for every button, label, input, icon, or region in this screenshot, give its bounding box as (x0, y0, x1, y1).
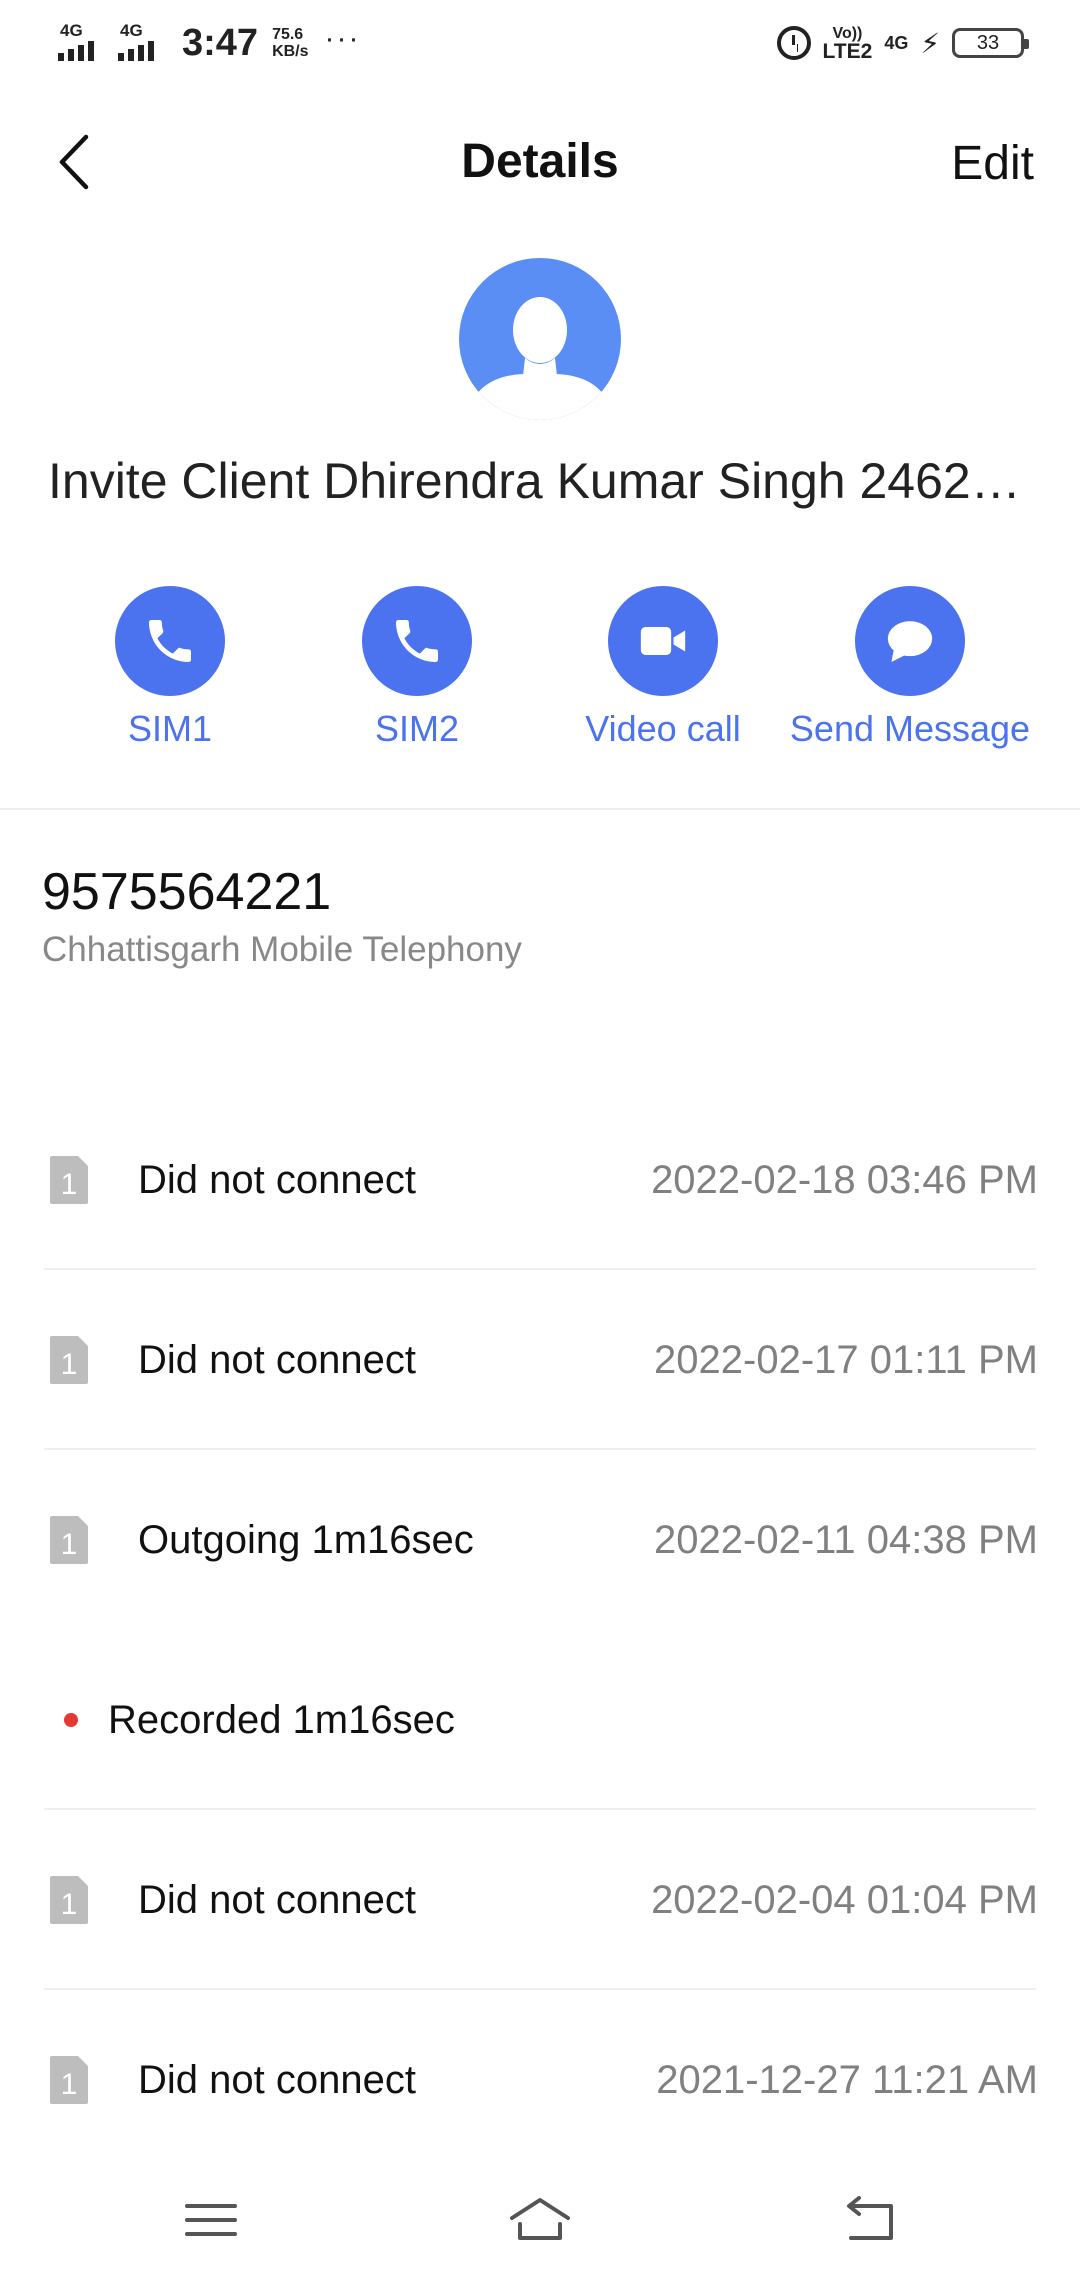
sim-card-icon: 1 (50, 1516, 88, 1564)
more-notifications-icon: ··· (324, 22, 361, 55)
sim-card-number: 1 (61, 1168, 78, 1201)
recording-description: Recorded 1m16sec (108, 1698, 455, 1742)
call-sim2-button[interactable]: SIM2 (307, 586, 527, 750)
data-network-label: 4G (884, 33, 909, 53)
call-sim1-button[interactable]: SIM1 (60, 586, 280, 750)
send-message-label: Send Message (789, 708, 1031, 749)
call-timestamp: 2021-12-27 11:21 AM (656, 2058, 1038, 2102)
sim2-network-label: 4G (120, 21, 143, 40)
sim-card-number: 1 (61, 1888, 78, 1921)
call-description: Did not connect (138, 1338, 416, 1382)
call-timestamp: 2022-02-11 04:38 PM (654, 1518, 1038, 1562)
send-message-circle[interactable] (855, 586, 965, 696)
phone-icon (149, 620, 191, 662)
contact-name: Invite Client Dhirendra Kumar Singh 2462… (48, 453, 1021, 509)
recents-button[interactable] (176, 2190, 246, 2250)
call-sim2-circle[interactable] (362, 586, 472, 696)
phone-number[interactable]: 9575564221 (42, 862, 331, 922)
call-description: Did not connect (138, 1158, 416, 1202)
quick-actions: SIM1 SIM2 Video call Send Message (0, 586, 1080, 749)
chat-bubble-icon (887, 621, 933, 662)
recording-row[interactable]: Recorded 1m16sec (0, 1630, 1080, 1810)
carrier-label: Chhattisgarh Mobile Telephony (42, 930, 522, 969)
sim-card-icon: 1 (50, 1336, 88, 1384)
home-button[interactable] (505, 2190, 575, 2250)
recording-dot-icon (64, 1713, 78, 1727)
call-log-row[interactable]: 1 Outgoing 1m16sec 2022-02-11 04:38 PM (0, 1450, 1080, 1630)
lte-label: LTE2 (822, 40, 873, 63)
network-speed: 75.6 KB/s (272, 26, 308, 60)
contact-avatar (459, 258, 621, 420)
sim-card-icon: 1 (50, 1876, 88, 1924)
header: Details Edit (0, 110, 1080, 210)
call-timestamp: 2022-02-17 01:11 PM (654, 1338, 1038, 1382)
sim-card-number: 1 (61, 2068, 78, 2101)
section-divider (0, 808, 1080, 810)
battery-level: 33 (976, 31, 1000, 54)
status-left: 4G 4G 3:47 75.6 KB/s ··· (58, 18, 361, 68)
sim-card-number: 1 (61, 1528, 78, 1561)
call-timestamp: 2022-02-18 03:46 PM (651, 1158, 1038, 1202)
call-sim1-circle[interactable] (115, 586, 225, 696)
sim-card-number: 1 (61, 1348, 78, 1381)
network-speed-value: 75.6 (272, 26, 304, 43)
video-call-label: Video call (585, 708, 741, 749)
send-message-button[interactable]: Send Message (790, 586, 1030, 750)
call-timestamp: 2022-02-04 01:04 PM (651, 1878, 1038, 1922)
sim-card-icon: 1 (50, 1156, 88, 1204)
battery-icon: 33 (952, 28, 1029, 58)
call-description: Did not connect (138, 2058, 416, 2102)
call-log-row[interactable]: 1 Did not connect 2022-02-04 01:04 PM (0, 1810, 1080, 1990)
status-right: Vo)) LTE2 4G ⚡ 33 (776, 20, 1029, 66)
person-silhouette-icon (469, 297, 611, 420)
video-call-circle[interactable] (608, 586, 718, 696)
page-title: Details (461, 135, 619, 188)
status-time: 3:47 (182, 21, 259, 64)
call-log-row[interactable]: 1 Did not connect 2022-02-17 01:11 PM (0, 1270, 1080, 1450)
call-log-row[interactable]: 1 Did not connect 2021-12-27 11:21 AM (0, 1990, 1080, 2170)
sim1-signal-icon: 4G (58, 21, 110, 63)
alarm-icon (776, 26, 811, 60)
phone-icon (396, 620, 438, 662)
menu-icon (185, 2204, 237, 2236)
sim2-signal-icon: 4G (118, 21, 170, 63)
back-nav-button[interactable] (834, 2190, 904, 2250)
edit-button[interactable]: Edit (951, 136, 1034, 191)
home-icon (510, 2198, 570, 2240)
call-sim2-label: SIM2 (374, 708, 460, 749)
call-description: Did not connect (138, 1878, 416, 1922)
sim1-network-label: 4G (60, 21, 83, 40)
volte-indicator: Vo)) LTE2 (822, 25, 873, 63)
return-icon (847, 2196, 893, 2240)
charging-icon: ⚡ (920, 27, 940, 59)
call-description: Outgoing 1m16sec (138, 1518, 474, 1562)
call-sim1-label: SIM1 (127, 708, 213, 749)
video-call-button[interactable]: Video call (553, 586, 773, 750)
system-nav-bar (0, 2160, 1080, 2280)
video-camera-icon (640, 627, 686, 655)
network-speed-unit: KB/s (272, 43, 309, 60)
sim-card-icon: 1 (50, 2056, 88, 2104)
status-bar: 4G 4G 3:47 75.6 KB/s ··· Vo)) LTE2 4G ⚡ … (0, 0, 1080, 90)
call-log-row[interactable]: 1 Did not connect 2022-02-18 03:46 PM (0, 1090, 1080, 1270)
